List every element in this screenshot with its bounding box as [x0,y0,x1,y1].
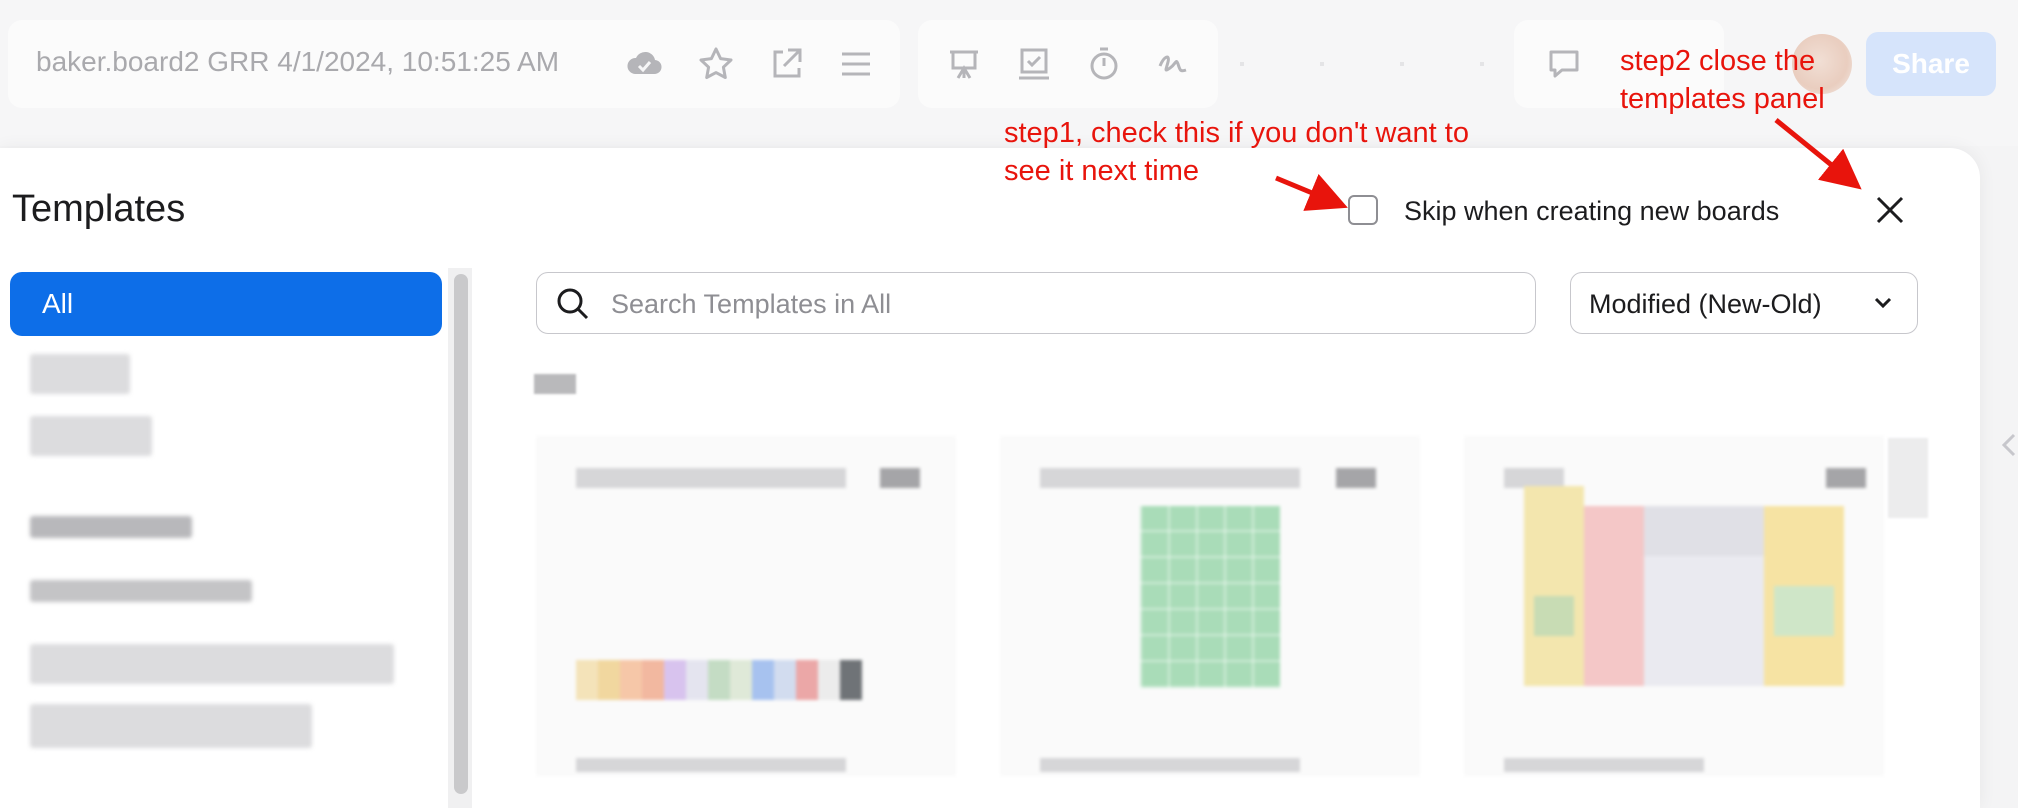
step1-line2: see it next time [1004,155,1200,187]
step2-line2: templates panel [1620,83,1825,115]
sidebar-item-all[interactable]: All [10,272,442,336]
sidebar-item-label: All [42,288,74,319]
template-card[interactable] [536,436,956,776]
sidebar-scroll-thumb[interactable] [454,274,468,794]
sidebar-item[interactable] [30,354,130,394]
sidebar-item[interactable] [30,416,152,456]
menu-icon[interactable] [836,44,876,84]
cloud-check-icon[interactable] [624,44,664,84]
sidebar-item[interactable] [30,704,312,748]
board-title[interactable]: baker.board2 GRR 4/1/2024, 10:51:25 AM [36,46,559,78]
chevron-down-icon [1874,297,1892,309]
chevron-left-icon[interactable] [2000,432,2018,458]
step2-annotation: step2 close the templates panel [1620,42,1825,118]
presentation-icon[interactable] [944,44,984,84]
search-field[interactable] [536,272,1536,334]
timer-icon[interactable] [1084,44,1124,84]
star-icon[interactable] [696,44,736,84]
content-scrollbar[interactable] [1888,438,1928,518]
templates-panel: Templates Skip when creating new boards … [0,148,1980,808]
sort-select[interactable]: Modified (New-Old) [1570,272,1918,334]
toolbar-divider [1240,62,1500,66]
template-card[interactable] [1000,436,1420,776]
sidebar-item[interactable] [30,644,394,684]
page-title: Templates [12,188,186,230]
sidebar-item[interactable] [30,580,252,602]
step1-annotation: step1, check this if you don't want to s… [1004,114,1469,190]
skip-checkbox-label[interactable]: Skip when creating new boards [1404,196,1779,227]
search-icon [555,286,591,322]
search-input[interactable] [609,283,1513,325]
share-button[interactable]: Share [1866,32,1996,96]
template-card[interactable] [1464,436,1884,776]
comment-icon[interactable] [1544,44,1584,84]
sidebar-item[interactable] [30,516,192,538]
step1-line1: step1, check this if you don't want to [1004,117,1469,149]
step2-line1: step2 close the [1620,45,1816,77]
section-heading [534,374,576,394]
skip-checkbox[interactable] [1348,195,1378,225]
signature-icon[interactable] [1154,44,1194,84]
sort-select-value: Modified (New-Old) [1589,289,1822,319]
open-external-icon[interactable] [766,44,806,84]
close-icon[interactable] [1870,190,1910,230]
checklist-icon[interactable] [1014,44,1054,84]
